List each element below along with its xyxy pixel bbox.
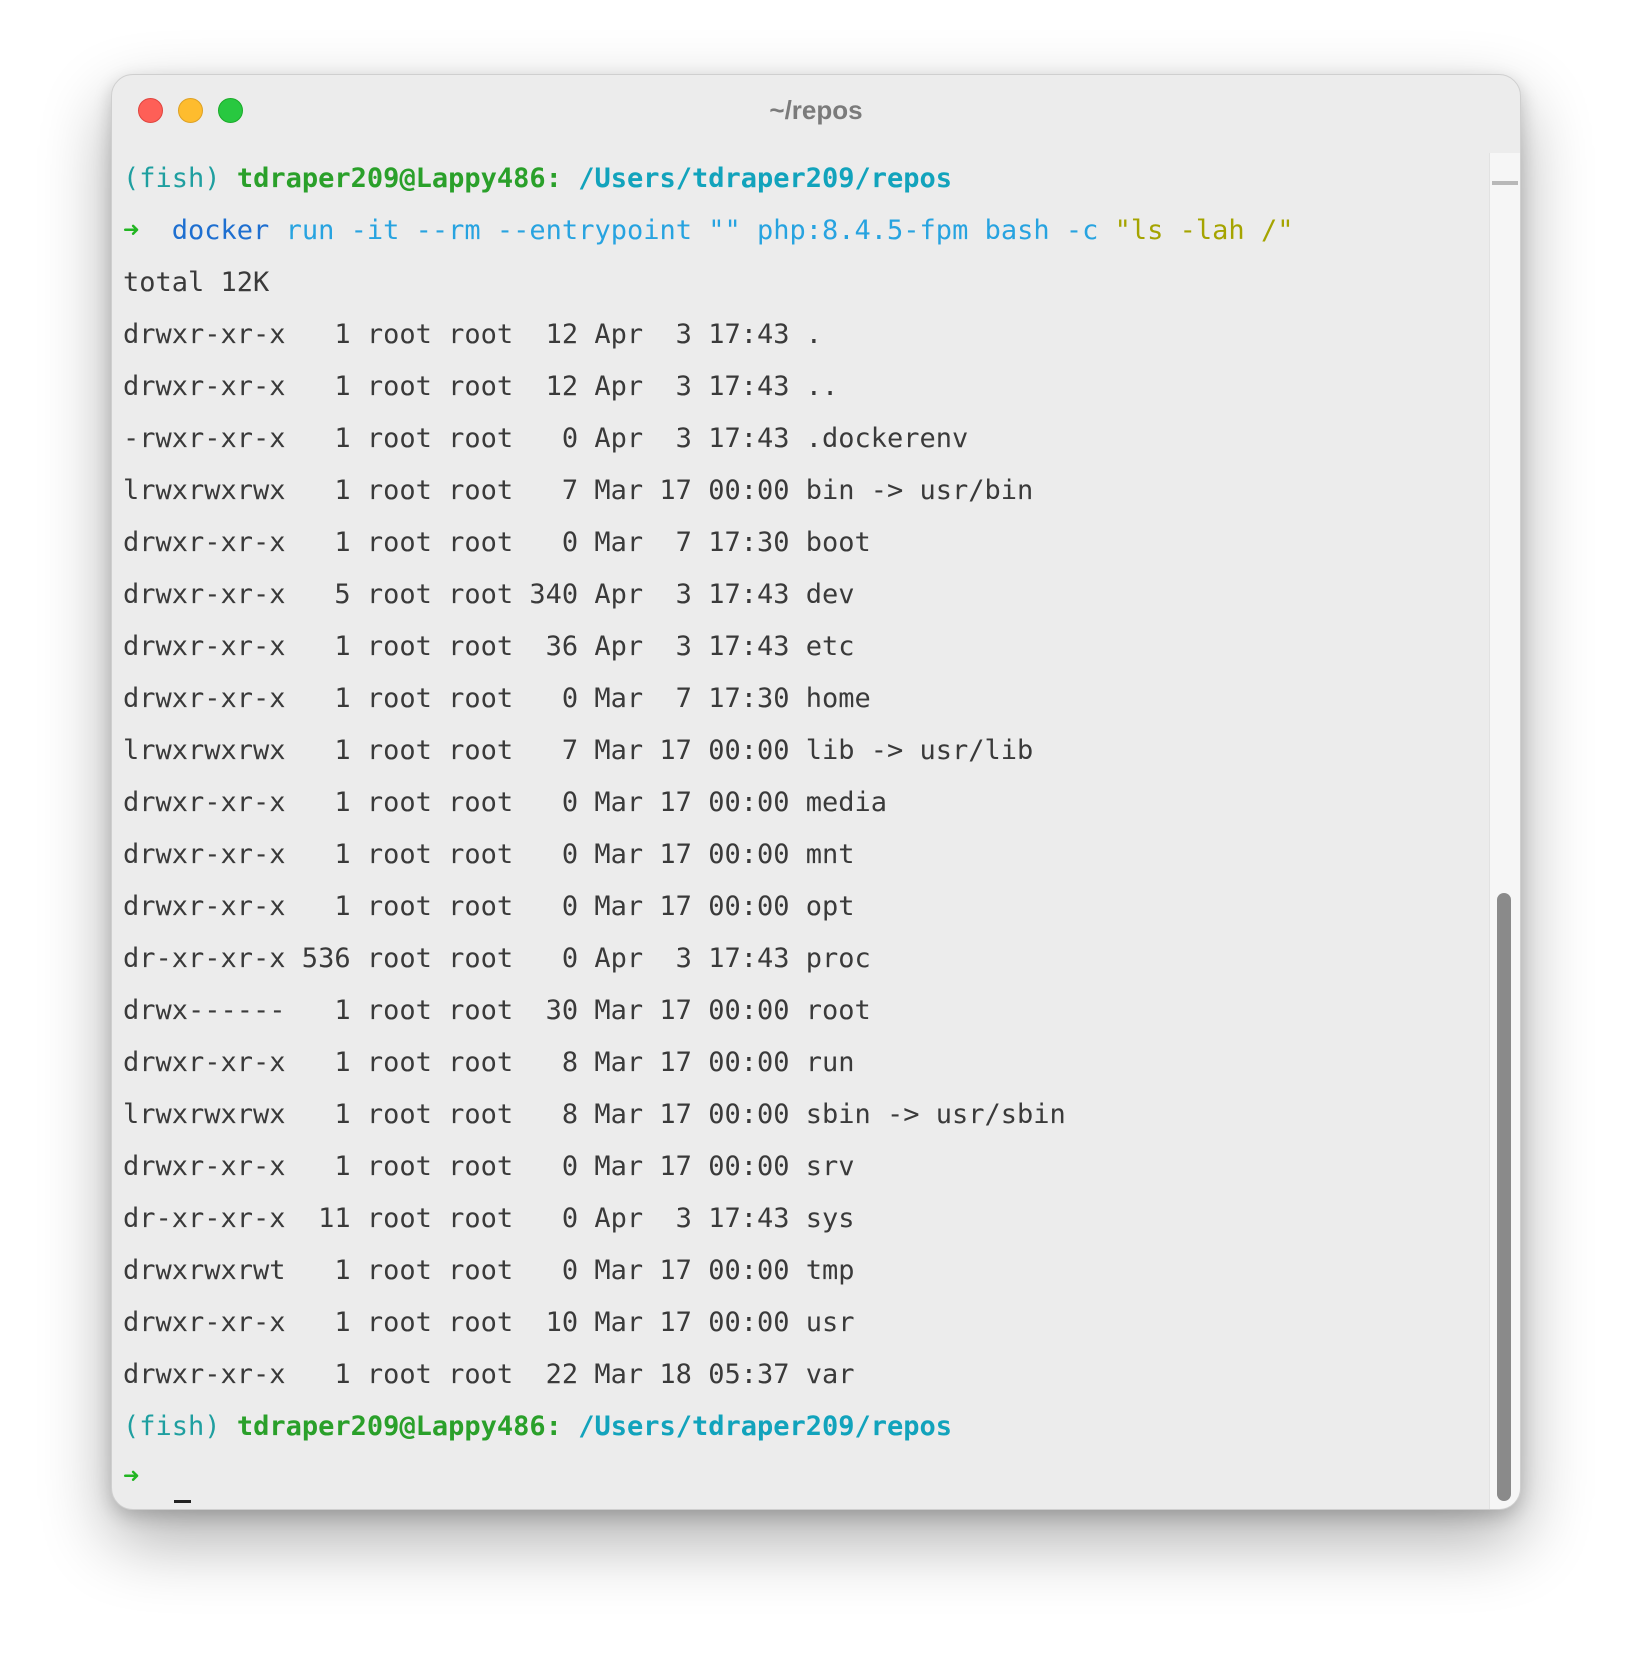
output-line: dr-xr-xr-x 11 root root 0 Apr 3 17:43 sy… — [123, 1203, 855, 1234]
output-line: drwxr-xr-x 1 root root 8 Mar 17 00:00 ru… — [123, 1047, 855, 1078]
output-line: lrwxrwxrwx 1 root root 7 Mar 17 00:00 li… — [123, 735, 1034, 766]
scrollbar-thumb[interactable] — [1497, 893, 1511, 1501]
output-line: drwxr-xr-x 1 root root 10 Mar 17 00:00 u… — [123, 1307, 855, 1338]
terminal-content[interactable]: (fish) tdraper209@Lappy486: /Users/tdrap… — [123, 153, 1490, 1509]
output-line: drwxr-xr-x 1 root root 0 Mar 7 17:30 boo… — [123, 527, 871, 558]
arrow-right-icon: ➜ — [123, 1461, 140, 1492]
output-line: drwxr-xr-x 1 root root 0 Mar 17 00:00 me… — [123, 787, 888, 818]
shell-name: (fish) — [123, 1411, 221, 1442]
input-line[interactable]: ➜ — [123, 1451, 191, 1503]
command-program: docker — [171, 215, 270, 246]
command-quoted-arg: "ls -lah /" — [1114, 215, 1294, 246]
title-bar[interactable]: ~/repos — [112, 75, 1520, 153]
output-total: total 12K — [123, 267, 270, 298]
output-line: lrwxrwxrwx 1 root root 8 Mar 17 00:00 sb… — [123, 1099, 1066, 1130]
window-title: ~/repos — [769, 95, 863, 125]
output-line: lrwxrwxrwx 1 root root 7 Mar 17 00:00 bi… — [123, 475, 1034, 506]
scroll-marker — [1492, 181, 1518, 185]
output-line: drwxr-xr-x 1 root root 12 Apr 3 17:43 .. — [123, 371, 839, 402]
output-line: drwxr-xr-x 5 root root 340 Apr 3 17:43 d… — [123, 579, 855, 610]
shell-name: (fish) — [123, 163, 221, 194]
prompt-line: (fish) tdraper209@Lappy486: /Users/tdrap… — [123, 153, 952, 205]
current-path: /Users/tdraper209/repos — [578, 1411, 953, 1442]
output-line: drwx------ 1 root root 30 Mar 17 00:00 r… — [123, 995, 871, 1026]
output-line: drwxr-xr-x 1 root root 0 Mar 17 00:00 op… — [123, 891, 855, 922]
output-line: drwxr-xr-x 1 root root 0 Mar 7 17:30 hom… — [123, 683, 871, 714]
output-line: drwxr-xr-x 1 root root 22 Mar 18 05:37 v… — [123, 1359, 855, 1390]
prompt-line: (fish) tdraper209@Lappy486: /Users/tdrap… — [123, 1401, 952, 1453]
output-line: dr-xr-xr-x 536 root root 0 Apr 3 17:43 p… — [123, 943, 871, 974]
user-host: tdraper209@Lappy486: — [236, 1411, 562, 1442]
output-line: drwxr-xr-x 1 root root 0 Mar 17 00:00 sr… — [123, 1151, 855, 1182]
output-line: drwxr-xr-x 1 root root 12 Apr 3 17:43 . — [123, 319, 822, 350]
user-host: tdraper209@Lappy486: — [236, 163, 562, 194]
output-line: drwxr-xr-x 1 root root 36 Apr 3 17:43 et… — [123, 631, 855, 662]
command-line: ➜ docker run -it --rm --entrypoint "" ph… — [123, 205, 1293, 257]
output-line: drwxr-xr-x 1 root root 0 Mar 17 00:00 mn… — [123, 839, 855, 870]
command-args: run -it --rm --entrypoint "" php:8.4.5-f… — [285, 215, 1099, 246]
terminal-window: ~/repos (fish) tdraper209@Lappy486: /Use… — [111, 74, 1521, 1510]
arrow-right-icon: ➜ — [123, 215, 140, 246]
text-cursor — [173, 1500, 191, 1503]
output-line: drwxrwxrwt 1 root root 0 Mar 17 00:00 tm… — [123, 1255, 855, 1286]
current-path: /Users/tdraper209/repos — [578, 163, 953, 194]
output-line: -rwxr-xr-x 1 root root 0 Apr 3 17:43 .do… — [123, 423, 969, 454]
scrollbar-track[interactable] — [1489, 153, 1520, 1509]
